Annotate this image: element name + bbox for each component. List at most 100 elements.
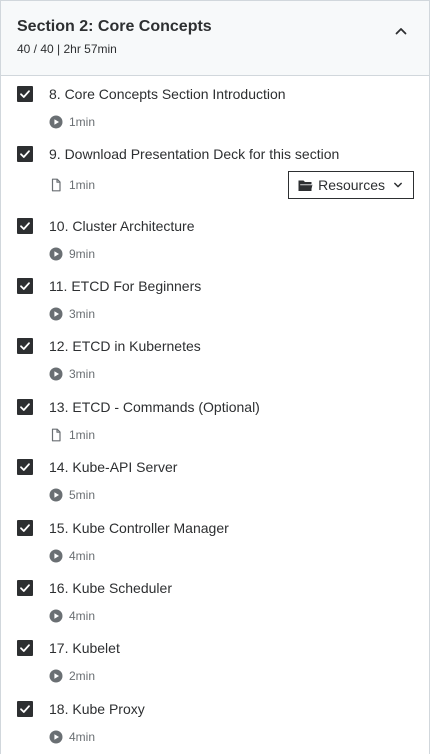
- lecture-item[interactable]: 14. Kube-API Server 5min: [1, 449, 429, 510]
- lecture-item[interactable]: 9. Download Presentation Deck for this s…: [1, 136, 429, 208]
- play-circle-icon: [49, 307, 63, 321]
- lecture-meta: 3min: [49, 302, 413, 326]
- duration-text: 9min: [69, 247, 96, 261]
- lecture-item[interactable]: 13. ETCD - Commands (Optional) 1min: [1, 389, 429, 449]
- lecture-body: 12. ETCD in Kubernetes 3min: [49, 336, 413, 386]
- checkmark-icon: [20, 282, 30, 290]
- lecture-duration: 4min: [49, 609, 95, 623]
- lecture-title: 16. Kube Scheduler: [49, 580, 172, 596]
- lecture-title: 10. Cluster Architecture: [49, 218, 195, 234]
- duration-text: 1min: [69, 115, 96, 129]
- lecture-body: 18. Kube Proxy 4min: [49, 699, 413, 749]
- lecture-item[interactable]: 16. Kube Scheduler 4min: [1, 570, 429, 630]
- lecture-duration: 4min: [49, 549, 95, 563]
- lecture-row: 11. ETCD For Beginners 3min: [17, 276, 413, 326]
- lecture-title: 9. Download Presentation Deck for this s…: [49, 146, 340, 162]
- checkmark-icon: [20, 222, 30, 230]
- lecture-title: 17. Kubelet: [49, 640, 120, 656]
- lecture-item[interactable]: 17. Kubelet 2min: [1, 630, 429, 691]
- lecture-title: 8. Core Concepts Section Introduction: [49, 86, 286, 102]
- lecture-duration: 4min: [49, 730, 95, 744]
- lecture-meta: 1min Resources: [49, 171, 414, 199]
- lecture-body: 14. Kube-API Server 5min: [49, 457, 413, 507]
- folder-icon: [298, 180, 313, 191]
- duration-text: 1min: [69, 178, 96, 192]
- lecture-item[interactable]: 12. ETCD in Kubernetes 3min: [1, 328, 429, 389]
- completed-checkbox[interactable]: [17, 146, 33, 162]
- checkmark-icon: [20, 584, 30, 592]
- lecture-item[interactable]: 18. Kube Proxy 4min: [1, 691, 429, 751]
- play-circle-icon: [49, 247, 63, 261]
- completed-checkbox[interactable]: [17, 640, 33, 656]
- lecture-title: 14. Kube-API Server: [49, 459, 178, 475]
- lecture-row: 15. Kube Controller Manager 4min: [17, 518, 413, 568]
- play-circle-icon: [49, 669, 63, 683]
- checkmark-icon: [20, 644, 30, 652]
- play-circle-icon: [49, 730, 63, 744]
- completed-checkbox[interactable]: [17, 278, 33, 294]
- completed-checkbox[interactable]: [17, 399, 33, 415]
- completed-checkbox[interactable]: [17, 701, 33, 717]
- chevron-up-icon[interactable]: [393, 23, 409, 39]
- completed-checkbox[interactable]: [17, 580, 33, 596]
- course-content-panel: Section 2: Core Concepts 40 / 40 | 2hr 5…: [0, 0, 430, 754]
- duration-text: 4min: [69, 609, 96, 623]
- lecture-duration: 3min: [49, 367, 95, 381]
- lecture-body: 11. ETCD For Beginners 3min: [49, 276, 413, 326]
- lecture-row: 16. Kube Scheduler 4min: [17, 578, 413, 628]
- play-circle-icon: [49, 549, 63, 563]
- lecture-meta: 1min: [49, 423, 413, 447]
- lecture-body: 13. ETCD - Commands (Optional) 1min: [49, 397, 413, 447]
- lecture-meta: 9min: [49, 242, 413, 266]
- play-circle-icon: [49, 609, 63, 623]
- lecture-row: 12. ETCD in Kubernetes 3min: [17, 336, 413, 386]
- lecture-row: 10. Cluster Architecture 9min: [17, 216, 413, 266]
- lecture-body: 9. Download Presentation Deck for this s…: [49, 144, 414, 199]
- lecture-duration: 1min: [49, 178, 95, 192]
- file-icon: [51, 428, 61, 442]
- section-header[interactable]: Section 2: Core Concepts 40 / 40 | 2hr 5…: [1, 0, 429, 76]
- chevron-down-icon: [394, 182, 402, 188]
- lecture-duration: 5min: [49, 488, 95, 502]
- checkmark-icon: [20, 705, 30, 713]
- lecture-row: 17. Kubelet 2min: [17, 638, 413, 688]
- completed-checkbox[interactable]: [17, 218, 33, 234]
- lecture-duration: 3min: [49, 307, 95, 321]
- lecture-row: 9. Download Presentation Deck for this s…: [17, 144, 414, 199]
- section-meta: 40 / 40 | 2hr 57min: [17, 42, 117, 56]
- lecture-body: 10. Cluster Architecture 9min: [49, 216, 413, 266]
- lecture-row: 14. Kube-API Server 5min: [17, 457, 413, 507]
- completed-checkbox[interactable]: [17, 520, 33, 536]
- lecture-item[interactable]: 8. Core Concepts Section Introduction 1mi…: [1, 76, 429, 136]
- lecture-meta: 3min: [49, 362, 413, 386]
- lecture-title: 13. ETCD - Commands (Optional): [49, 399, 260, 415]
- lecture-duration: 1min: [49, 428, 95, 442]
- lecture-title: 12. ETCD in Kubernetes: [49, 338, 201, 354]
- resources-label: Resources: [318, 177, 385, 193]
- lecture-body: 8. Core Concepts Section Introduction 1mi…: [49, 84, 413, 134]
- duration-text: 4min: [69, 549, 96, 563]
- lecture-meta: 1min: [49, 110, 413, 134]
- lecture-row: 13. ETCD - Commands (Optional) 1min: [17, 397, 413, 447]
- play-circle-icon: [49, 488, 63, 502]
- checkmark-icon: [20, 90, 30, 98]
- lecture-list: 8. Core Concepts Section Introduction 1mi…: [1, 76, 429, 751]
- lecture-meta: 2min: [49, 664, 413, 688]
- completed-checkbox[interactable]: [17, 459, 33, 475]
- lecture-title: 18. Kube Proxy: [49, 701, 145, 717]
- lecture-duration: 1min: [49, 115, 95, 129]
- checkmark-icon: [20, 403, 30, 411]
- lecture-item[interactable]: 11. ETCD For Beginners 3min: [1, 268, 429, 328]
- lecture-item[interactable]: 15. Kube Controller Manager 4min: [1, 510, 429, 570]
- checkmark-icon: [20, 342, 30, 350]
- completed-checkbox[interactable]: [17, 86, 33, 102]
- lecture-item[interactable]: 10. Cluster Architecture 9min: [1, 208, 429, 268]
- duration-text: 3min: [69, 367, 96, 381]
- resources-button[interactable]: Resources: [288, 171, 414, 199]
- lecture-row: 8. Core Concepts Section Introduction 1mi…: [17, 84, 413, 134]
- section-title: Section 2: Core Concepts: [17, 18, 212, 35]
- lecture-duration: 9min: [49, 247, 95, 261]
- duration-text: 5min: [69, 488, 96, 502]
- checkmark-icon: [20, 463, 30, 471]
- completed-checkbox[interactable]: [17, 338, 33, 354]
